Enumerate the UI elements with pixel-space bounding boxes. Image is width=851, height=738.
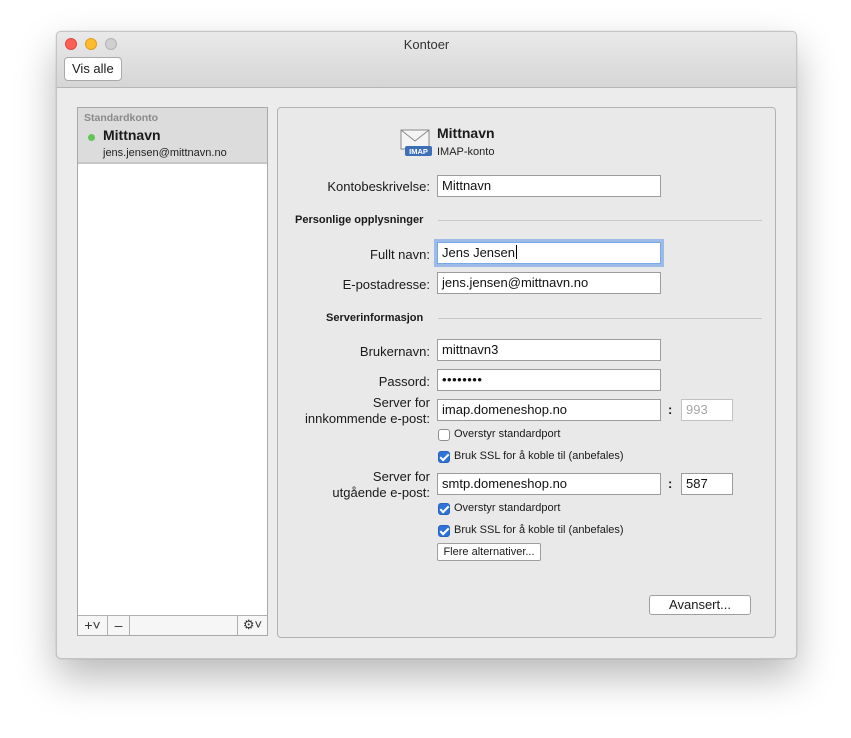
gear-icon[interactable]: ⚙˅ bbox=[237, 616, 267, 635]
status-online-icon bbox=[88, 134, 95, 141]
password-field[interactable]: •••••••• bbox=[437, 369, 661, 391]
username-field[interactable]: mittnavn3 bbox=[437, 339, 661, 361]
personal-section-title: Personlige opplysninger bbox=[295, 214, 424, 226]
account-header-type: IMAP-konto bbox=[437, 146, 495, 158]
accounts-window: Kontoer Vis alle Standardkonto Mittnavn … bbox=[56, 31, 797, 659]
incoming-ssl-checkbox[interactable] bbox=[438, 451, 450, 463]
show-all-button[interactable]: Vis alle bbox=[64, 57, 122, 81]
window-title: Kontoer bbox=[403, 37, 450, 52]
outgoing-override-port-checkbox[interactable] bbox=[438, 503, 450, 515]
remove-account-button[interactable]: – bbox=[108, 616, 130, 635]
title-bar: Kontoer Vis alle bbox=[57, 32, 796, 88]
account-list-email: jens.jensen@mittnavn.no bbox=[103, 147, 227, 159]
incoming-port-field[interactable]: 993 bbox=[681, 399, 733, 421]
fullname-value: Jens Jensen bbox=[442, 245, 515, 260]
outgoing-server-field[interactable]: smtp.domeneshop.no bbox=[437, 473, 661, 495]
account-list-item[interactable]: Standardkonto Mittnavn jens.jensen@mittn… bbox=[78, 108, 267, 164]
incoming-server-label-line2: innkommende e-post: bbox=[304, 411, 430, 426]
incoming-server-label: Server for innkommende e-post: bbox=[278, 395, 430, 427]
account-list-toolbar: +˅ – ⚙˅ bbox=[78, 615, 267, 635]
incoming-server-field[interactable]: imap.domeneshop.no bbox=[437, 399, 661, 421]
fullname-label: Fullt navn: bbox=[370, 247, 430, 262]
outgoing-ssl-label: Bruk SSL for å koble til (anbefales) bbox=[454, 524, 624, 536]
outgoing-server-label-line1: Server for bbox=[372, 469, 430, 484]
fullname-field[interactable]: Jens Jensen bbox=[437, 242, 661, 264]
mail-imap-icon: IMAP bbox=[400, 129, 432, 156]
outgoing-server-label: Server for utgående e-post: bbox=[278, 469, 430, 501]
text-cursor bbox=[516, 245, 517, 259]
personal-section-divider bbox=[438, 220, 762, 221]
account-group-label: Standardkonto bbox=[84, 112, 159, 124]
account-details-panel: IMAP Mittnavn IMAP-konto Kontobeskrivels… bbox=[277, 107, 776, 638]
outgoing-server-label-line2: utgående e-post: bbox=[332, 485, 430, 500]
more-options-button[interactable]: Flere alternativer... bbox=[437, 543, 541, 561]
outgoing-port-field[interactable]: 587 bbox=[681, 473, 733, 495]
outgoing-ssl-checkbox[interactable] bbox=[438, 525, 450, 537]
username-label: Brukernavn: bbox=[359, 344, 430, 359]
email-field[interactable]: jens.jensen@mittnavn.no bbox=[437, 272, 661, 294]
outgoing-override-port-label: Overstyr standardport bbox=[454, 502, 561, 514]
incoming-port-separator: : bbox=[668, 402, 673, 417]
password-label: Passord: bbox=[378, 374, 430, 389]
email-label: E-postadresse: bbox=[342, 277, 430, 292]
account-header-name: Mittnavn bbox=[437, 125, 495, 141]
incoming-override-port-label: Overstyr standardport bbox=[454, 428, 561, 440]
imap-badge-text: IMAP bbox=[409, 147, 428, 156]
account-list-name: Mittnavn bbox=[103, 127, 161, 143]
description-label: Kontobeskrivelse: bbox=[327, 179, 430, 194]
server-section-divider bbox=[438, 318, 762, 319]
incoming-override-port-checkbox[interactable] bbox=[438, 429, 450, 441]
add-account-button[interactable]: +˅ bbox=[78, 616, 108, 635]
description-field[interactable]: Mittnavn bbox=[437, 175, 661, 197]
incoming-ssl-label: Bruk SSL for å koble til (anbefales) bbox=[454, 450, 624, 462]
advanced-button[interactable]: Avansert... bbox=[649, 595, 751, 615]
server-section-title: Serverinformasjon bbox=[326, 312, 424, 324]
account-list: Standardkonto Mittnavn jens.jensen@mittn… bbox=[77, 107, 268, 636]
incoming-server-label-line1: Server for bbox=[372, 395, 430, 410]
outgoing-port-separator: : bbox=[668, 476, 673, 491]
